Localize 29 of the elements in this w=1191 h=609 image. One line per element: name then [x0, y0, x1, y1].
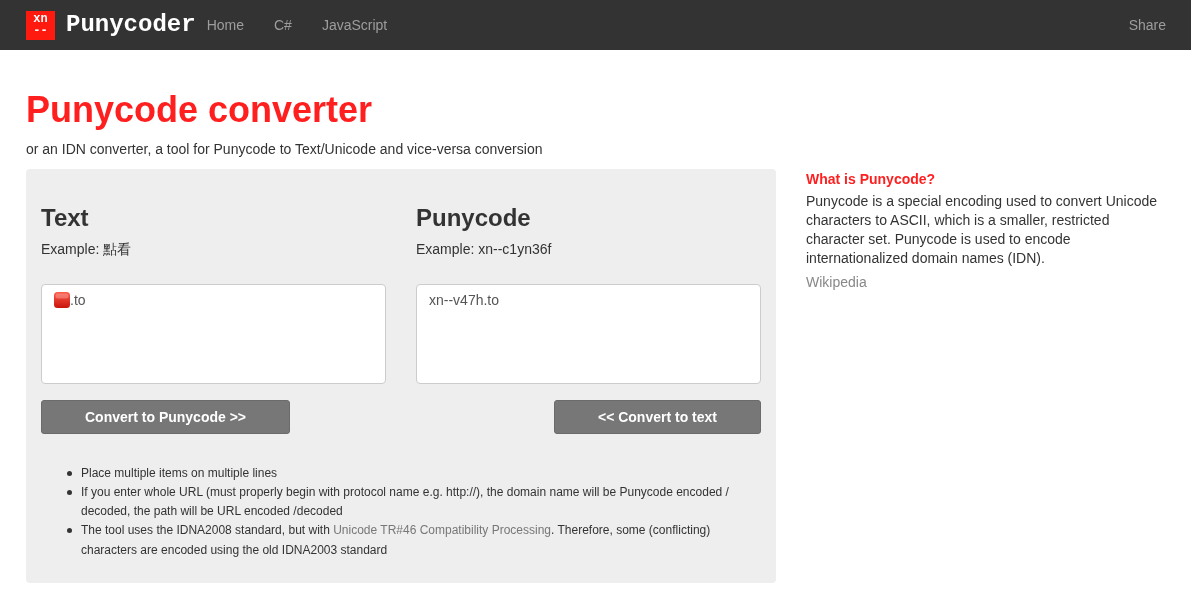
sidebar-text: Punycode is a special encoding used to convert Unicode characters to ASCII, which is a smaller, restricted character set. Punycode is used to encode internationalized domain names (IDN).: [806, 191, 1158, 268]
page-subtitle: or an IDN converter, a tool for Punycode to Text/Unicode and vice-versa conversion: [26, 139, 544, 159]
text-input-field[interactable]: .to: [41, 283, 386, 384]
example-text: Example: xn--c1yn36f: [416, 239, 553, 259]
text-input-field[interactable]: xn--v47h.to: [416, 283, 761, 384]
link[interactable]: Unicode TR#46 Compatibility Processing: [333, 523, 552, 538]
bullet-icon: [67, 489, 72, 495]
emoji-icon: [54, 291, 70, 308]
logo-text: xn: [33, 13, 48, 25]
note-text: Place multiple items on multiple lines: [81, 464, 279, 482]
nav-link[interactable]: JavaScript: [321, 15, 388, 35]
column-heading: Punycode: [416, 204, 532, 231]
bullet-icon: [67, 528, 72, 534]
page-title: Punycode converter: [26, 90, 374, 130]
sidebar-heading: What is Punycode?: [806, 169, 937, 189]
nav-link[interactable]: Home: [206, 15, 244, 35]
convert-button[interactable]: Convert to Punycode >>: [41, 399, 291, 434]
nav-link[interactable]: C#: [274, 15, 292, 35]
logo-tile[interactable]: xn --: [26, 10, 55, 40]
logo-text: --: [33, 25, 48, 37]
column-heading: Text: [41, 204, 90, 231]
bullet-icon: [67, 470, 72, 476]
wikipedia-link[interactable]: Wikipedia: [806, 271, 867, 292]
example-text: Example: 點看: [41, 239, 133, 259]
note-text: If you enter whole URL (must properly begin with protocol name e.g. http://), the domain name will be Punycode encoded / decoded, the path will be URL encoded /decoded: [81, 483, 730, 521]
convert-button[interactable]: << Convert to text: [553, 399, 761, 434]
brand-name[interactable]: Punycoder: [66, 11, 196, 39]
share-link[interactable]: Share: [1128, 15, 1166, 35]
note-text: The tool uses the IDNA2008 standard, but with Unicode TR#46 Compatibility Processing. Therefore, some (conflicting) characters are encoded using the old IDNA2003 standard: [81, 522, 712, 559]
